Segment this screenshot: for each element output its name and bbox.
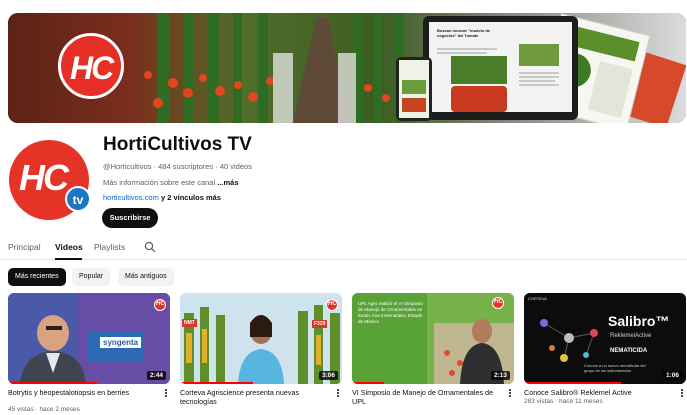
- video-card[interactable]: syngenta HC 2:44 Botrytis y heopestaloti…: [8, 293, 170, 413]
- chip-mas-antiguos[interactable]: Más antiguos: [118, 268, 174, 286]
- tab-principal[interactable]: Principal: [8, 242, 41, 252]
- video-thumbnail[interactable]: syngenta HC 2:44: [8, 293, 170, 384]
- chip-mas-recientes[interactable]: Más recientes: [8, 268, 66, 286]
- channel-banner: HC Buscan innovar "modelo de negocios" d…: [8, 13, 686, 123]
- video-views: 283 vistas: [524, 398, 554, 405]
- tab-videos[interactable]: Videos: [55, 242, 83, 252]
- watch-progress-bar: [524, 382, 622, 384]
- more-vertical-icon[interactable]: [163, 388, 169, 400]
- video-duration: 3:06: [318, 371, 338, 380]
- watch-progress-bar: [180, 382, 253, 384]
- banner-logo: HC: [58, 33, 124, 99]
- description-more-link[interactable]: ...más: [215, 178, 238, 187]
- chip-popular[interactable]: Popular: [72, 268, 111, 286]
- more-vertical-icon[interactable]: [335, 388, 341, 400]
- video-meta: 45 vistas · hace 2 meses: [8, 406, 80, 413]
- banner-laptop-screen: Buscan innovar "modelo de negocios" del …: [429, 22, 572, 112]
- tab-playlists[interactable]: Playlists: [94, 242, 125, 252]
- channel-avatar[interactable]: HC tv: [9, 140, 91, 220]
- thumb-product-name: Salibro™: [608, 313, 670, 329]
- thumb-product-type: NEMATICIDA: [610, 348, 648, 354]
- channel-description-text: Más información sobre este canal: [103, 178, 216, 187]
- thumb-product-sub: ReklemelActive: [610, 333, 652, 339]
- video-meta: 283 vistas · hace 11 meses: [524, 398, 603, 405]
- avatar-logo-text: HC: [19, 157, 69, 198]
- channel-description[interactable]: Más información sobre este canal ...más: [103, 178, 239, 187]
- hc-watermark-icon: HC: [154, 299, 166, 311]
- video-age: hace 11 meses: [559, 398, 603, 405]
- video-count: 40 videos: [219, 162, 252, 171]
- video-card[interactable]: CORTEVA Salibro™ ReklemelActive NEMATICI…: [524, 293, 686, 405]
- more-links[interactable]: y 2 vínculos más: [159, 193, 221, 202]
- tab-active-indicator: [55, 258, 82, 260]
- thumb-brand-text: syngenta: [100, 337, 142, 348]
- channel-tabs: Principal Videos Playlists: [0, 238, 687, 260]
- thumb-tag-right: F329: [312, 320, 328, 328]
- video-card[interactable]: UPL Agro realizó el VI Simposio de Manej…: [352, 293, 514, 406]
- website-link[interactable]: horticultivos.com: [103, 193, 159, 202]
- channel-handle: @Horticultivos: [103, 162, 152, 171]
- video-title[interactable]: Conoce Salibro® Reklemel Active: [524, 388, 674, 397]
- more-vertical-icon[interactable]: [507, 388, 513, 400]
- laptop-headline: Buscan innovar "modelo de negocios" del …: [437, 28, 491, 38]
- video-thumbnail[interactable]: UPL Agro realizó el VI Simposio de Manej…: [352, 293, 514, 384]
- video-thumbnail[interactable]: NMT F329 HC 3:06: [180, 293, 342, 384]
- banner-phone: [396, 57, 432, 121]
- video-title[interactable]: Corteva Agriscience presenta nuevas tecn…: [180, 388, 330, 406]
- thumb-caption: UPL Agro realizó el VI Simposio de Manej…: [358, 301, 423, 324]
- more-vertical-icon[interactable]: [679, 388, 685, 400]
- thumb-product-desc: Conoce a un nuevo nematicida del grupo d…: [584, 363, 646, 373]
- video-title[interactable]: VI Simposio de Manejo de Ornamentales de…: [352, 388, 502, 406]
- hc-watermark-icon: HC: [492, 297, 504, 309]
- video-duration: 2:44: [146, 371, 166, 380]
- avatar-tv-badge: tv: [65, 186, 91, 212]
- video-title[interactable]: Botrytis y heopestalotiopsis en berries: [8, 388, 158, 397]
- banner-laptop: Buscan innovar "modelo de negocios" del …: [423, 16, 578, 120]
- video-age: hace 2 meses: [39, 406, 80, 413]
- channel-links: horticultivos.com y 2 vínculos más: [103, 193, 221, 202]
- channel-name: HortiCultivos TV: [103, 134, 252, 155]
- video-thumbnail[interactable]: CORTEVA Salibro™ ReklemelActive NEMATICI…: [524, 293, 686, 384]
- video-duration: 1:06: [662, 371, 682, 380]
- video-duration: 2:13: [490, 371, 510, 380]
- thumb-tag-left: NMT: [182, 319, 197, 327]
- channel-meta: @Horticultivos · 484 suscriptores · 40 v…: [103, 162, 252, 171]
- search-icon[interactable]: [144, 241, 156, 253]
- video-card[interactable]: NMT F329 HC 3:06 Corteva Agriscience pre…: [180, 293, 342, 406]
- subscribe-button[interactable]: Suscribirse: [102, 208, 158, 228]
- hc-watermark-icon: HC: [326, 299, 338, 311]
- subscriber-count: 484 suscriptores: [158, 162, 214, 171]
- thumb-top-label: CORTEVA: [528, 296, 547, 301]
- watch-progress-bar: [352, 382, 385, 384]
- video-views: 45 vistas: [8, 406, 34, 413]
- banner-logo-text: HC: [70, 50, 114, 86]
- watch-progress-bar: [8, 382, 98, 384]
